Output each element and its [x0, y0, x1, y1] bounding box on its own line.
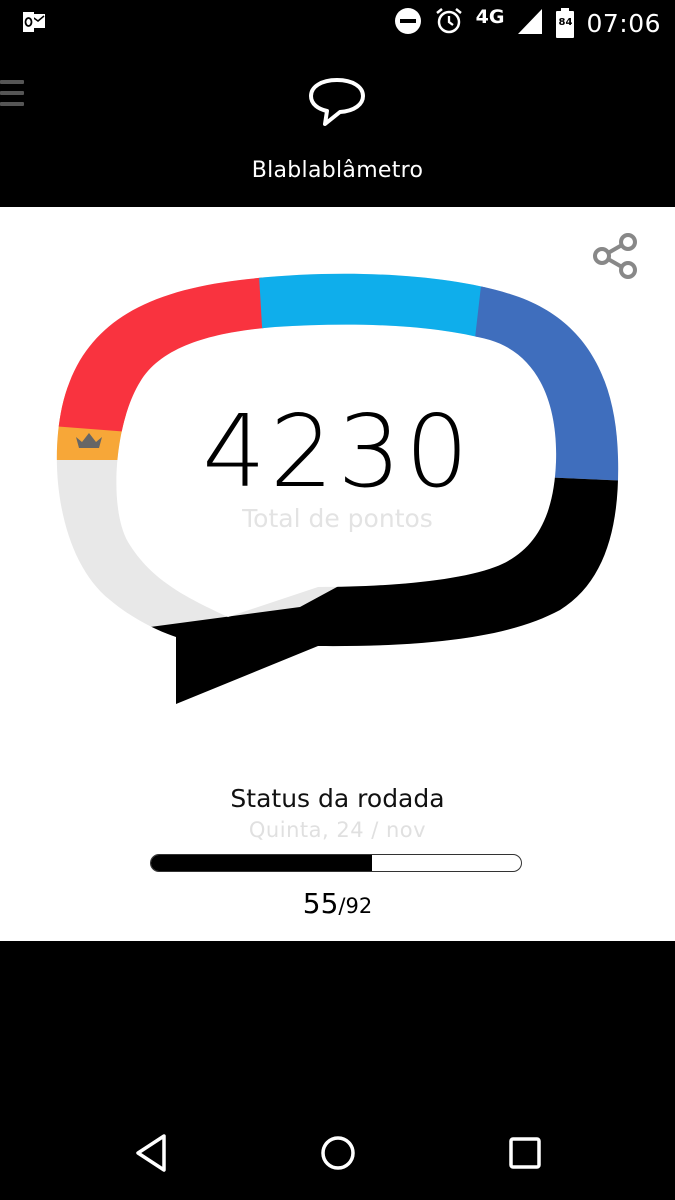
- progress-current: 55: [302, 887, 339, 920]
- total-score: 4230: [202, 393, 473, 510]
- network-type: 4G: [475, 6, 505, 28]
- clock-time: 07:06: [586, 8, 661, 38]
- round-progress-count: 55/92: [0, 887, 675, 920]
- home-icon[interactable]: [319, 1132, 357, 1178]
- status-bar: 4G 84 07:06: [0, 0, 675, 46]
- round-progress-bar: [150, 854, 522, 872]
- total-score-label: Total de pontos: [242, 504, 433, 533]
- app-header: Blablablâmetro: [0, 46, 675, 207]
- back-icon[interactable]: [133, 1132, 169, 1178]
- page-title: Blablablâmetro: [251, 158, 424, 183]
- share-icon[interactable]: [593, 233, 639, 283]
- signal-icon: [516, 7, 544, 39]
- round-progress-fill: [151, 855, 373, 871]
- points-card: 4230 Total de pontos Status da rodada Qu…: [0, 207, 675, 941]
- gauge-segment-cyan: [255, 273, 500, 382]
- round-status-title: Status da rodada: [230, 784, 445, 813]
- status-icons: 4G 84 07:06: [394, 6, 661, 40]
- recents-icon[interactable]: [507, 1132, 543, 1178]
- system-nav-bar: [0, 1110, 675, 1200]
- battery-level: 84: [558, 17, 573, 28]
- hamburger-menu-icon[interactable]: [0, 80, 26, 114]
- do-not-disturb-icon: [394, 7, 422, 39]
- progress-total: 92: [345, 894, 373, 918]
- speech-bubble-icon: [307, 76, 367, 132]
- alarm-icon: [434, 6, 464, 40]
- battery-icon: 84: [556, 8, 575, 38]
- outlook-icon: [22, 11, 46, 37]
- round-status-date: Quinta, 24 / nov: [248, 818, 427, 842]
